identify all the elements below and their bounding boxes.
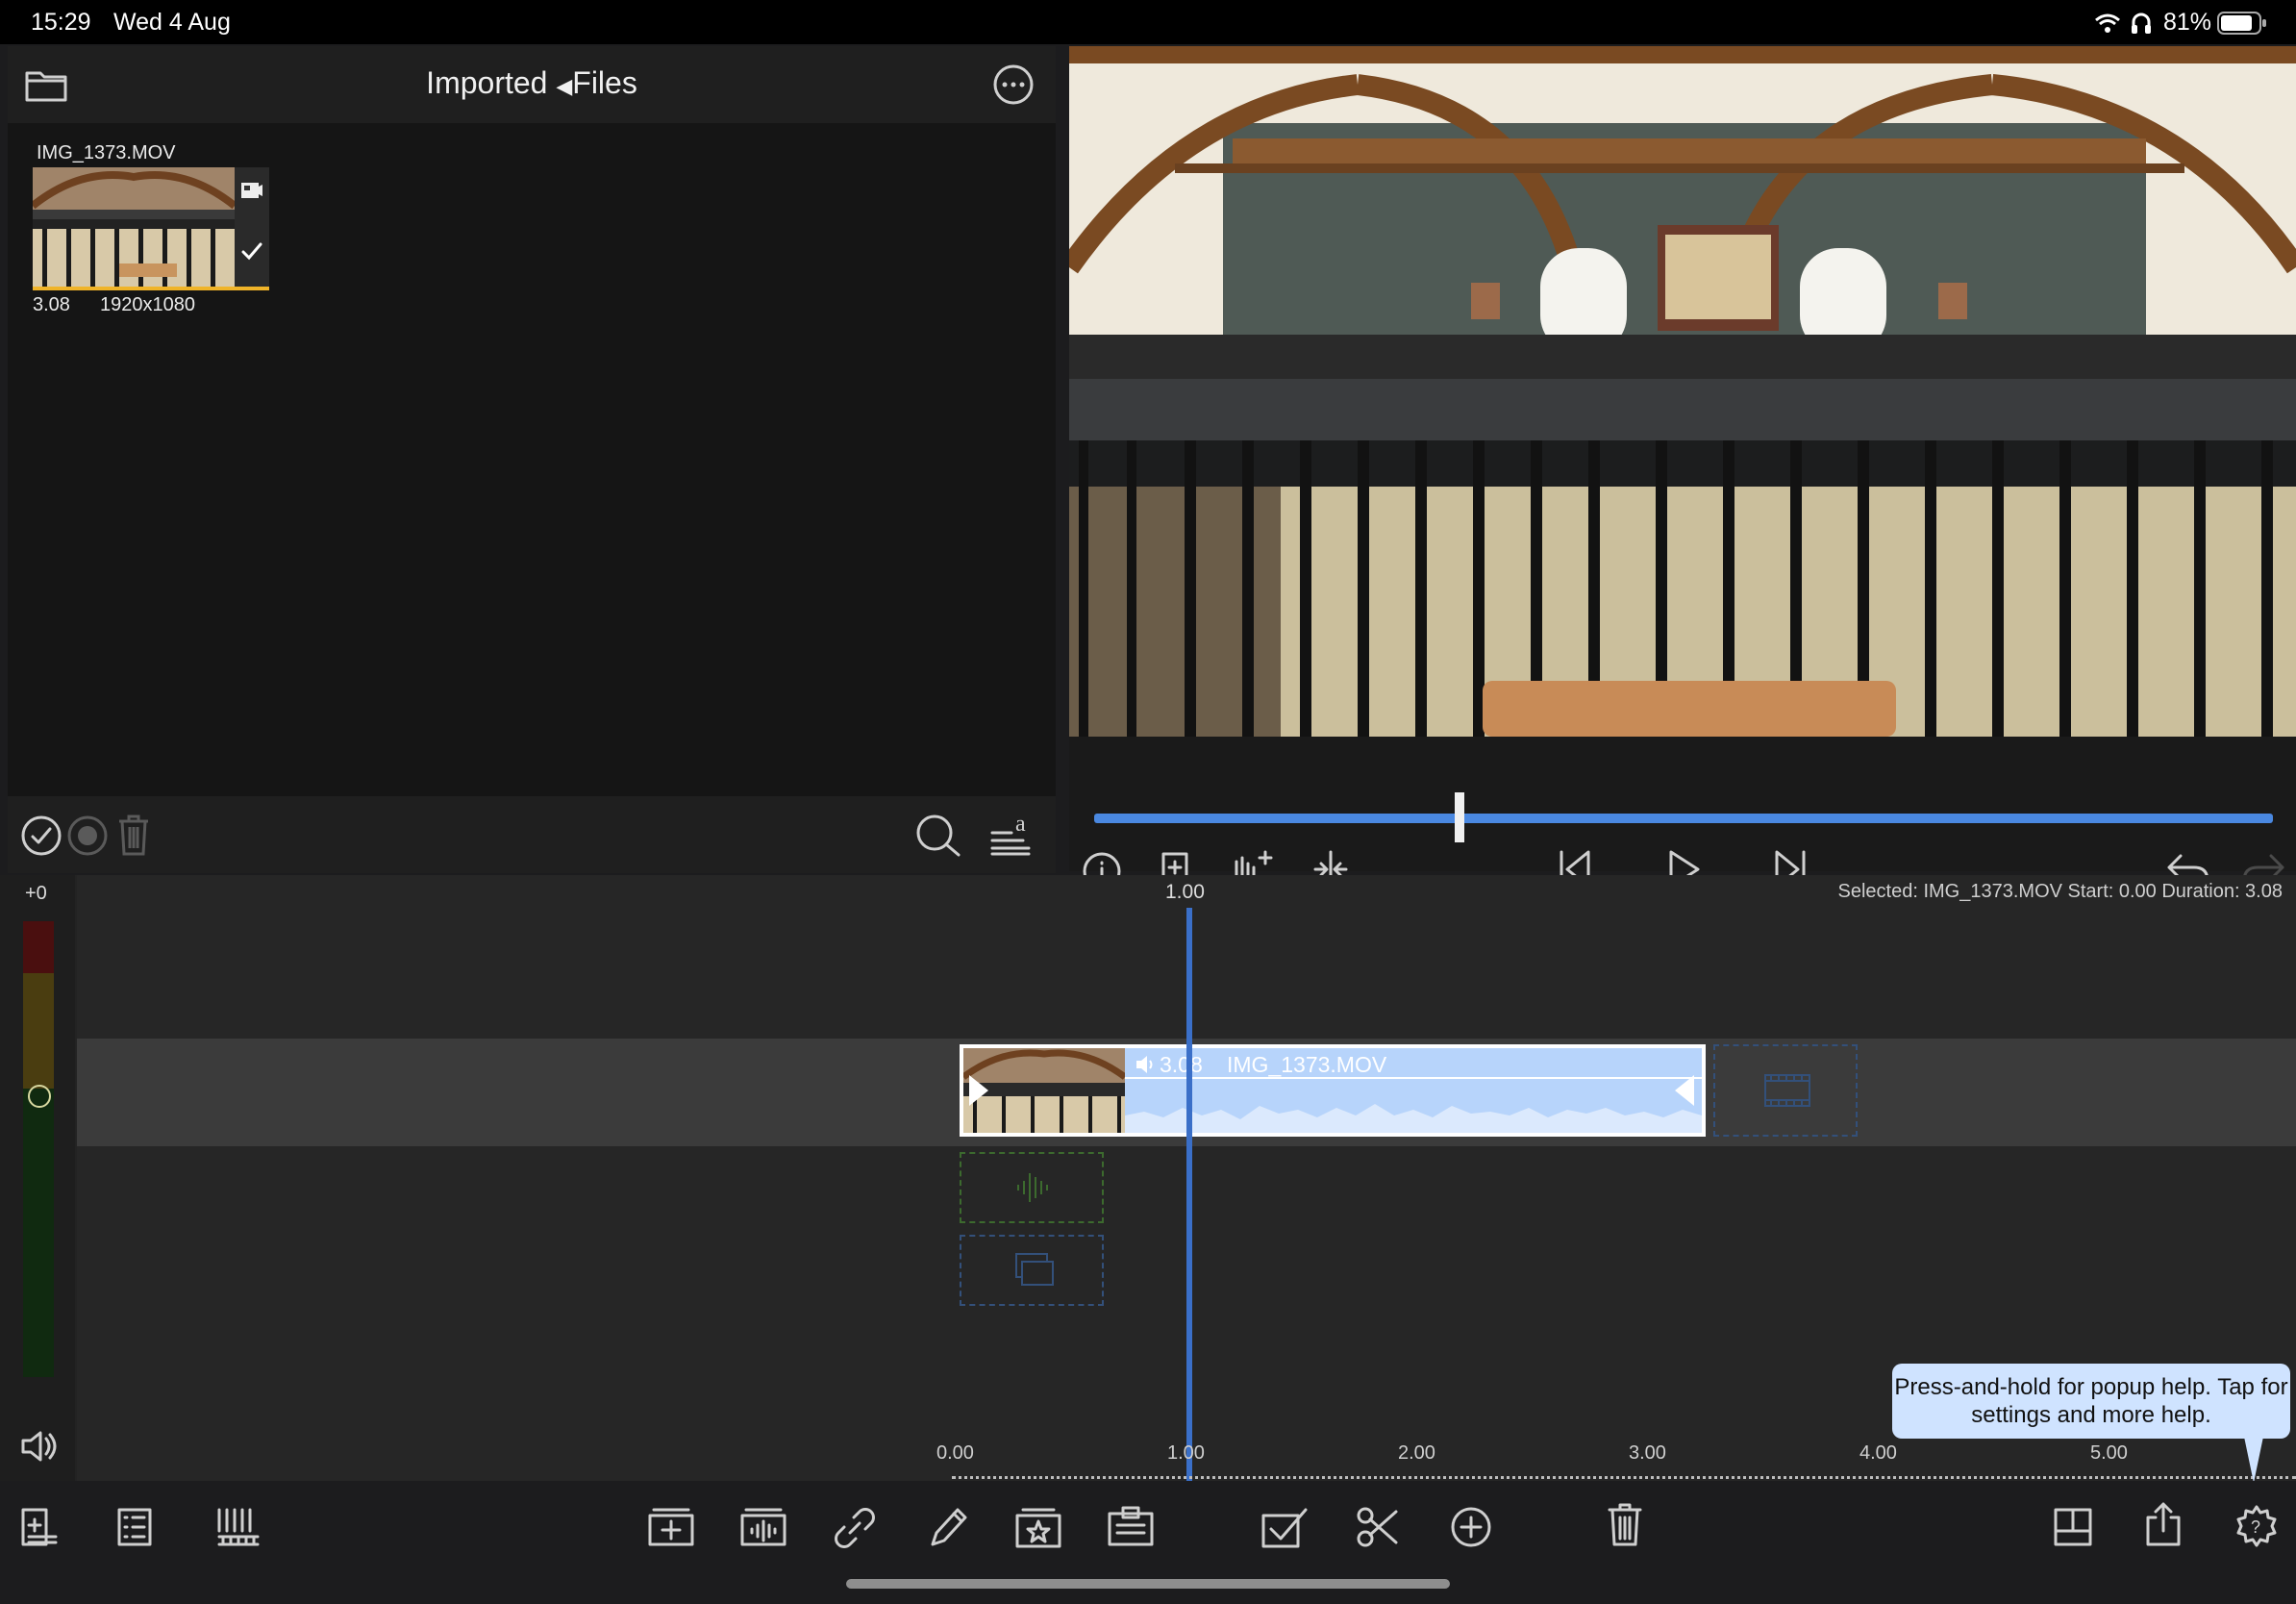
add-title-clip-slot[interactable] [960, 1235, 1104, 1306]
add-circle-icon[interactable] [1450, 1506, 1492, 1548]
film-icon [1763, 1073, 1811, 1108]
pencil-icon[interactable] [927, 1504, 969, 1550]
browser-toolbar: a [8, 796, 1056, 873]
video-frame[interactable] [1069, 46, 2296, 737]
titles-icon [1014, 1252, 1055, 1289]
add-audio-clip-slot[interactable] [960, 1152, 1104, 1223]
back-link[interactable]: ◀Files [556, 65, 636, 100]
add-audio-track-icon[interactable] [738, 1506, 788, 1548]
clipboard-icon[interactable] [1106, 1504, 1156, 1548]
ruler-label: 0.00 [936, 1442, 974, 1464]
clip-duration-label: 3.08 [1160, 1052, 1203, 1077]
volume-knob[interactable] [28, 1085, 51, 1108]
media-browser: Imported ◀Files IMG_1373.MOV 3.08 1920x1… [8, 46, 1056, 873]
share-icon[interactable] [2144, 1500, 2183, 1548]
battery-percent: 81% [2163, 9, 2212, 36]
tooltip-pointer [2244, 1437, 2263, 1483]
browser-title-text: Imported [426, 65, 548, 100]
clip-used-bar [33, 287, 269, 290]
browser-title: Imported ◀Files [8, 65, 1056, 101]
ruler-label: 1.00 [1167, 1442, 1205, 1464]
select-check-icon[interactable] [21, 815, 62, 856]
scrub-handle[interactable] [1455, 792, 1465, 842]
ruler-label: 4.00 [1859, 1442, 1897, 1464]
status-bar: 15:29 Wed 4 Aug 81% [0, 0, 2296, 44]
ruler-label: 2.00 [1398, 1442, 1435, 1464]
audio-meter: +0 [0, 875, 75, 1481]
link-icon[interactable] [833, 1506, 877, 1550]
audio-waveform [1125, 1087, 1702, 1133]
add-effect-icon[interactable] [1013, 1506, 1063, 1550]
clip-audio-icon [1135, 1054, 1158, 1075]
clip-start-handle-icon[interactable] [967, 1073, 990, 1108]
back-chevron-icon: ◀ [556, 74, 573, 98]
selection-info: Selected: IMG_1373.MOV Start: 0.00 Durat… [1837, 881, 2283, 902]
settings-gear-icon[interactable]: ? [2234, 1504, 2279, 1548]
speaker-icon[interactable] [19, 1429, 58, 1464]
record-icon[interactable] [67, 815, 108, 856]
meter-level-label: +0 [25, 883, 47, 904]
sort-icon[interactable]: a [990, 810, 1033, 856]
checkmark-icon [240, 240, 263, 262]
clip-name: IMG_1373.MOV [37, 142, 176, 163]
clip-name-label: IMG_1373.MOV [1227, 1052, 1387, 1077]
ruler-label: 5.00 [2090, 1442, 2128, 1464]
video-viewer [1069, 46, 2296, 890]
playhead-time: 1.00 [1165, 881, 1205, 903]
audio-waveform-icon [1014, 1169, 1053, 1206]
viewer-controls [1069, 737, 2296, 890]
meter-green-zone [23, 1089, 54, 1377]
search-icon[interactable] [915, 814, 961, 858]
add-video-track-icon[interactable] [646, 1506, 696, 1548]
clip-thumbnail-image [33, 167, 235, 287]
headphones-icon [2131, 12, 2152, 35]
add-video-clip-slot[interactable] [1713, 1044, 1858, 1137]
scissors-icon[interactable] [1356, 1504, 1400, 1550]
battery-icon [2217, 12, 2267, 35]
back-link-label: Files [572, 65, 637, 100]
status-time: 15:29 [31, 9, 91, 36]
svg-text:a: a [1015, 812, 1026, 837]
volume-line[interactable] [1125, 1077, 1702, 1079]
trash-icon[interactable] [115, 814, 152, 856]
home-indicator[interactable] [846, 1579, 1450, 1589]
playhead[interactable] [1186, 908, 1192, 1481]
time-ruler[interactable] [952, 1476, 2296, 1479]
clip-resolution: 1920x1080 [100, 294, 195, 315]
help-tooltip-text: Press-and-hold for popup help. Tap for s… [1894, 1374, 2288, 1428]
clip-thumbnail[interactable]: IMG_1373.MOV 3.08 1920x1080 [21, 140, 281, 363]
timeline-zoom-icon[interactable] [215, 1506, 262, 1548]
video-clip-icon [240, 181, 263, 200]
clip-list-icon[interactable] [115, 1506, 154, 1548]
browser-header: Imported ◀Files [8, 46, 1056, 123]
wifi-icon [2094, 13, 2121, 34]
help-tooltip: Press-and-hold for popup help. Tap for s… [1892, 1364, 2290, 1439]
add-track-icon[interactable] [19, 1506, 60, 1548]
clip-duration: 3.08 [33, 294, 70, 315]
meter-red-zone [23, 921, 54, 973]
more-options-icon[interactable] [992, 63, 1035, 106]
svg-text:?: ? [2251, 1517, 2260, 1537]
clip-end-handle-icon[interactable] [1673, 1073, 1696, 1108]
timeline-clip[interactable]: 3.08 IMG_1373.MOV [960, 1044, 1706, 1137]
delete-icon[interactable] [1606, 1502, 1644, 1548]
select-checkbox-icon[interactable] [1260, 1506, 1310, 1548]
layout-icon[interactable] [2052, 1506, 2094, 1548]
ruler-label: 3.00 [1629, 1442, 1666, 1464]
meter-yellow-zone [23, 973, 54, 1089]
status-date: Wed 4 Aug [113, 9, 231, 36]
scrub-track[interactable] [1094, 814, 2273, 823]
